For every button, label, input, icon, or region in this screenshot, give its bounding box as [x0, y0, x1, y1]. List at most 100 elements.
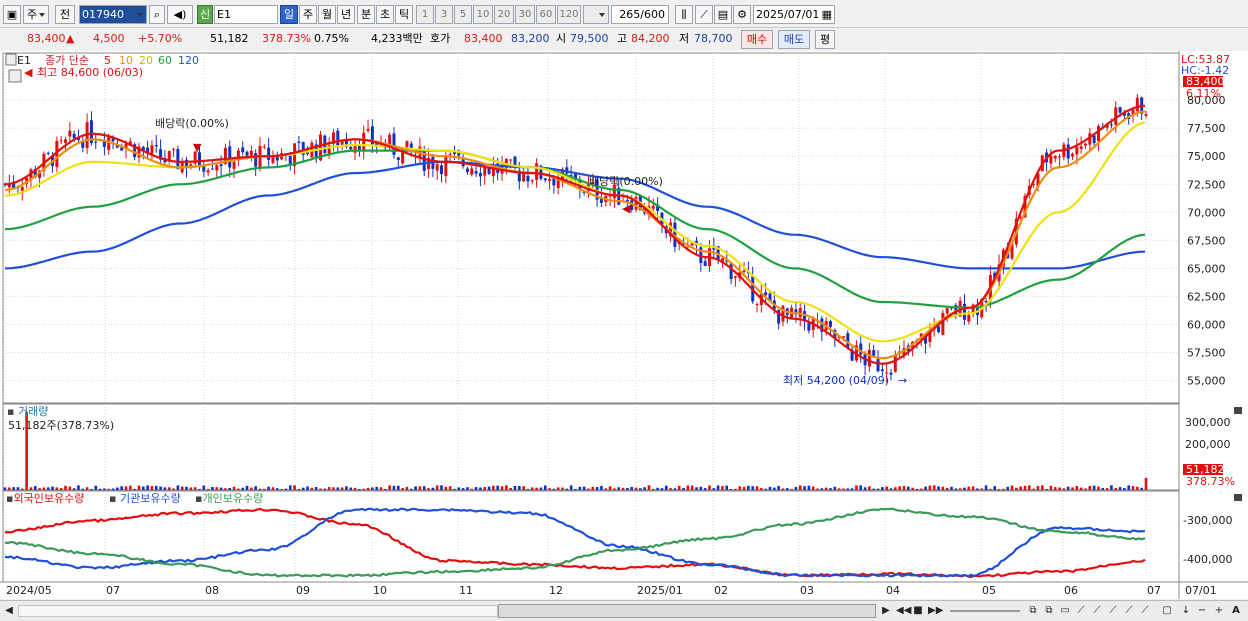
volume-bar [820, 488, 824, 490]
period-select[interactable]: 주 [23, 5, 49, 24]
zoom-fit-icon[interactable]: ▢ [1160, 604, 1174, 618]
volume-bar [435, 485, 439, 490]
volume-bar [418, 486, 422, 490]
volume-bar [950, 486, 953, 490]
candle-body [1144, 114, 1148, 116]
volume-bar [1049, 485, 1053, 490]
scroll-thumb[interactable] [498, 604, 876, 618]
rewind-icon[interactable]: ◀◀ [896, 604, 911, 618]
arrow-down-icon[interactable]: ↓ [1180, 604, 1192, 618]
volume-bar [1071, 487, 1074, 490]
minute-custom-select[interactable] [583, 5, 609, 24]
bar-count-input[interactable]: 265/600 [611, 5, 669, 24]
volume-bar [1105, 488, 1109, 490]
tool-icon-1[interactable]: ⟋ [1074, 604, 1088, 618]
candle-body [526, 175, 530, 182]
font-size-icon[interactable]: A [1229, 604, 1243, 618]
volume-bar [971, 486, 975, 490]
prev-button[interactable]: 전 [55, 5, 75, 24]
forward-icon[interactable]: ▶▶ [928, 604, 943, 618]
dividend-arrow-1: ▼ [193, 141, 202, 154]
calendar-icon[interactable]: ▦ [822, 6, 832, 23]
minute-1[interactable]: 1 [416, 5, 434, 24]
minute-20[interactable]: 20 [494, 5, 514, 24]
speaker-icon[interactable]: ◀) [167, 5, 193, 24]
scroll-track[interactable] [18, 605, 498, 617]
layout-icon[interactable]: ▣ [3, 5, 21, 24]
scroll-left-icon[interactable]: ◀ [3, 604, 15, 618]
minute-60[interactable]: 60 [536, 5, 556, 24]
price-y-tick: 55,000 [1187, 375, 1226, 388]
volume-bar [967, 486, 971, 490]
timeframe-day[interactable]: 일 [280, 5, 298, 24]
volume-bar [569, 485, 573, 490]
volume-bar [755, 486, 759, 490]
volume-bar [604, 488, 608, 490]
volume-bar [945, 487, 949, 490]
search-icon[interactable]: ⌕ [149, 5, 165, 24]
candle-body [362, 132, 366, 152]
volume-bar [1118, 487, 1122, 490]
timeframe-week[interactable]: 주 [299, 5, 317, 24]
stop-icon[interactable]: ■ [912, 604, 924, 618]
print-icon[interactable]: ▭ [1058, 604, 1072, 618]
compare-icon[interactable]: ⧉ [1026, 604, 1040, 618]
volume-bar [422, 486, 426, 490]
candle-body [150, 145, 154, 154]
holdings-close-icon[interactable] [1234, 494, 1242, 501]
chart-area[interactable]: 80,00077,50075,00072,50070,00067,50065,0… [0, 51, 1248, 599]
minute-3[interactable]: 3 [435, 5, 453, 24]
table-icon[interactable] [8, 69, 22, 83]
gear-icon[interactable]: ⚙ [733, 5, 751, 24]
tool-icon-3[interactable]: ⟋ [1106, 604, 1120, 618]
copy-icon[interactable]: ⧉ [1042, 604, 1056, 618]
save-icon[interactable]: ▤ [714, 5, 732, 24]
volume-bar [574, 488, 577, 490]
timeframe-minute[interactable]: 분 [357, 5, 375, 24]
zoom-slider[interactable] [950, 610, 1020, 612]
candle-body [548, 179, 552, 181]
volume-bar [90, 488, 93, 490]
volume-bar [768, 486, 772, 490]
pane-menu-icon[interactable] [5, 53, 17, 66]
candle-body [651, 205, 655, 209]
volume-bar [51, 486, 54, 490]
timeframe-year[interactable]: 년 [337, 5, 355, 24]
minute-10[interactable]: 10 [473, 5, 493, 24]
volume-bar [323, 488, 327, 490]
new-button[interactable]: 신 [197, 5, 213, 24]
date-input[interactable]: 2025/07/01 ▦ [753, 5, 835, 24]
candle-body [1075, 146, 1079, 155]
tool-icon-5[interactable]: ⟋ [1138, 604, 1152, 618]
scroll-bar[interactable]: ◀ ▶ ◀◀ ■ ▶▶ ⧉ ⧉ ▭ ⟋ ⟋ ⟋ ⟋ ⟋ ▢ ↓ − + A [0, 600, 1248, 621]
volume-bar [716, 485, 720, 490]
candle-body [962, 303, 966, 320]
stock-code-input[interactable]: 017940 [79, 5, 147, 24]
indicator-input[interactable]: E1 [214, 5, 278, 24]
tool-icon-4[interactable]: ⟋ [1122, 604, 1136, 618]
minute-120[interactable]: 120 [557, 5, 581, 24]
scroll-right-icon[interactable]: ▶ [880, 604, 892, 618]
timeframe-second[interactable]: 초 [376, 5, 394, 24]
candle-body [474, 171, 478, 174]
timeframe-tick[interactable]: 틱 [395, 5, 413, 24]
volume-bar [876, 488, 880, 490]
zoom-out-icon[interactable]: − [1196, 604, 1208, 618]
volume-bar [42, 487, 46, 490]
date-value: 2025/07/01 [756, 8, 820, 21]
minute-5[interactable]: 5 [454, 5, 472, 24]
sell-button[interactable]: 매도 [778, 30, 810, 49]
volume-close-icon[interactable] [1234, 407, 1242, 414]
timeframe-month[interactable]: 월 [318, 5, 336, 24]
buy-button[interactable]: 매수 [741, 30, 773, 49]
minute-30[interactable]: 30 [515, 5, 535, 24]
volume-bar [241, 487, 245, 490]
volume-bar [518, 486, 521, 490]
volume-readout: 51,182주(378.73%) [8, 419, 114, 432]
draw-line-icon[interactable]: ⟋ [695, 5, 713, 24]
volume-bar [1144, 477, 1148, 490]
candle-icon[interactable]: ⫼ [675, 5, 693, 24]
avg-button[interactable]: 평 [815, 30, 835, 49]
zoom-in-icon[interactable]: + [1213, 604, 1225, 618]
tool-icon-2[interactable]: ⟋ [1090, 604, 1104, 618]
